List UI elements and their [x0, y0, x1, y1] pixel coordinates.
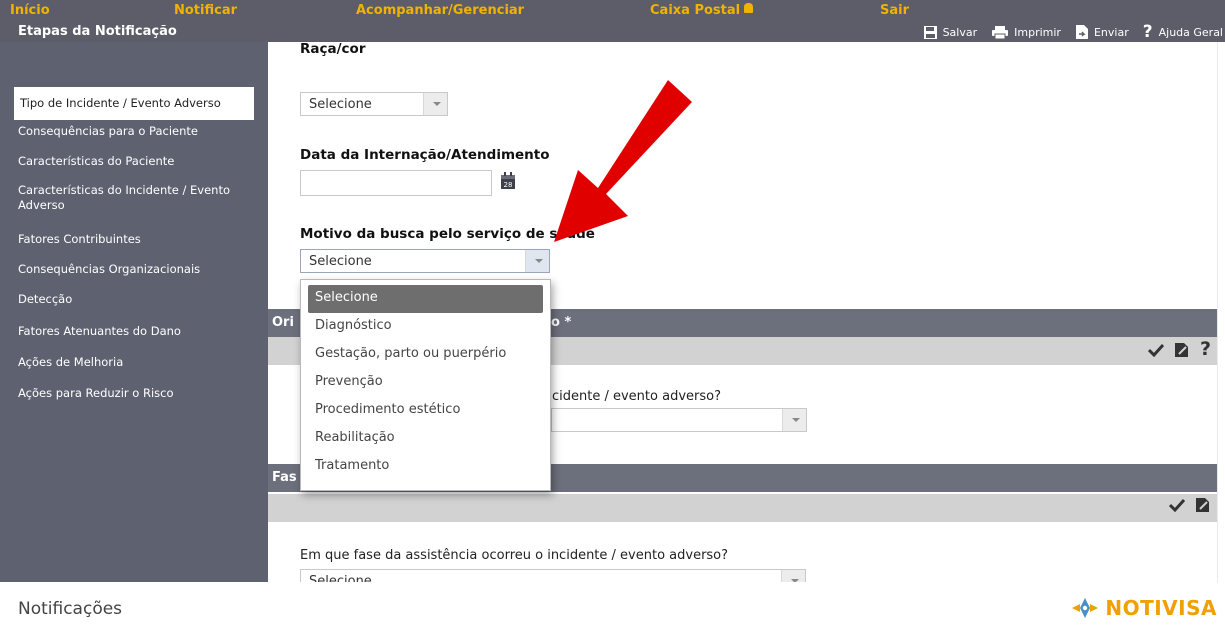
motivo-busca-dropdown-list: Selecione Diagnóstico Gestação, parto ou… [300, 279, 551, 491]
data-internacao-input[interactable] [300, 170, 492, 196]
sidebar-item-caracteristicas-incidente[interactable]: Características do Incidente / Evento Ad… [18, 183, 250, 213]
notivisa-logo-icon [1072, 598, 1099, 618]
fase-select-value: Selecione [309, 574, 372, 582]
edit-document-icon[interactable] [1195, 497, 1211, 513]
toolbar: Salvar Imprimir Enviar ? Ajuda Geral [923, 23, 1225, 41]
nav-caixa-postal-label: Caixa Postal [650, 3, 741, 18]
help-icon[interactable]: ? [1200, 340, 1211, 359]
option-prevencao[interactable]: Prevenção [308, 369, 543, 397]
save-button[interactable]: Salvar [923, 25, 978, 40]
calendar-icon[interactable]: 28 [500, 172, 516, 190]
printer-icon [992, 25, 1009, 39]
send-label: Enviar [1093, 25, 1129, 39]
option-tratamento[interactable]: Tratamento [308, 453, 543, 481]
footer: Notificações NOTIVISA [0, 582, 1225, 637]
sidebar-item-consequencias-organizacionais[interactable]: Consequências Organizacionais [18, 262, 250, 277]
brand-name: NOTIVISA [1105, 596, 1217, 620]
sidebar-item-acoes-melhoria[interactable]: Ações de Melhoria [18, 355, 250, 370]
sidebar-item-tipo-incidente[interactable]: Tipo de Incidente / Evento Adverso [14, 87, 254, 120]
footer-title: Notificações [18, 599, 123, 619]
fase-section-actions [1159, 497, 1211, 513]
send-button[interactable]: Enviar [1075, 24, 1129, 40]
print-label: Imprimir [1014, 25, 1061, 39]
save-label: Salvar [942, 25, 978, 39]
bell-icon [744, 3, 754, 13]
notivisa-logo: NOTIVISA [1071, 596, 1217, 620]
origin-section-actions: ? [1138, 340, 1211, 359]
nav-caixa-postal[interactable]: Caixa Postal [650, 3, 754, 18]
option-procedimento-estetico[interactable]: Procedimento estético [308, 397, 543, 425]
checkmark-icon[interactable] [1169, 498, 1185, 512]
nav-inicio[interactable]: Início [10, 3, 50, 18]
print-button[interactable]: Imprimir [991, 25, 1061, 40]
steps-sidebar: Tipo de Incidente / Evento Adverso Conse… [0, 42, 268, 582]
steps-title: Etapas da Notificação [18, 24, 177, 39]
fase-select[interactable]: Selecione [300, 569, 806, 582]
sidebar-item-acoes-reduzir-risco[interactable]: Ações para Reduzir o Risco [18, 386, 250, 401]
origin-section-suffix: o * [551, 315, 572, 330]
help-button[interactable]: ? Ajuda Geral [1142, 21, 1223, 42]
data-internacao-label: Data da Internação/Atendimento [300, 147, 550, 163]
red-arrow-annotation [554, 80, 692, 242]
chevron-down-icon [782, 409, 806, 431]
chevron-down-icon [781, 570, 805, 582]
raca-select[interactable]: Selecione [300, 92, 448, 116]
option-selecione[interactable]: Selecione [308, 285, 543, 313]
top-navigation: Início Notificar Acompanhar/Gerenciar Ca… [0, 0, 1225, 42]
sidebar-item-deteccao[interactable]: Detecção [18, 292, 250, 307]
motivo-busca-select-value: Selecione [309, 254, 372, 269]
nav-notificar[interactable]: Notificar [174, 3, 237, 18]
raca-select-value: Selecione [309, 97, 372, 112]
nav-acompanhar[interactable]: Acompanhar/Gerenciar [356, 3, 524, 18]
checkmark-icon[interactable] [1147, 343, 1164, 357]
motivo-busca-select[interactable]: Selecione [300, 249, 550, 273]
sidebar-item-fatores-contribuintes[interactable]: Fatores Contribuintes [18, 232, 250, 247]
fase-section-prefix: Fas [272, 470, 297, 485]
calendar-day: 28 [504, 181, 513, 189]
option-gestacao[interactable]: Gestação, parto ou puerpério [308, 341, 543, 369]
vertical-scrollbar[interactable] [1217, 42, 1225, 582]
fase-section-subbar [268, 494, 1225, 522]
sidebar-item-consequencias-paciente[interactable]: Consequências para o Paciente [18, 124, 250, 139]
edit-document-icon[interactable] [1174, 342, 1190, 358]
fase-question-text: Em que fase da assistência ocorreu o inc… [300, 548, 729, 563]
origin-section-prefix: Ori [272, 315, 294, 330]
option-diagnostico[interactable]: Diagnóstico [308, 313, 543, 341]
raca-label: Raça/cor [300, 42, 366, 57]
send-document-icon [1075, 25, 1088, 39]
origin-select[interactable] [551, 408, 807, 432]
option-reabilitacao[interactable]: Reabilitação [308, 425, 543, 453]
floppy-disk-icon [923, 25, 937, 39]
sidebar-item-caracteristicas-paciente[interactable]: Características do Paciente [18, 154, 250, 169]
origin-question-text: cidente / evento adverso? [552, 389, 721, 404]
chevron-down-icon [423, 93, 447, 115]
sidebar-item-fatores-atenuantes[interactable]: Fatores Atenuantes do Dano [18, 324, 250, 339]
help-icon: ? [1142, 21, 1153, 42]
nav-sair[interactable]: Sair [880, 3, 909, 18]
help-label: Ajuda Geral [1158, 25, 1223, 39]
